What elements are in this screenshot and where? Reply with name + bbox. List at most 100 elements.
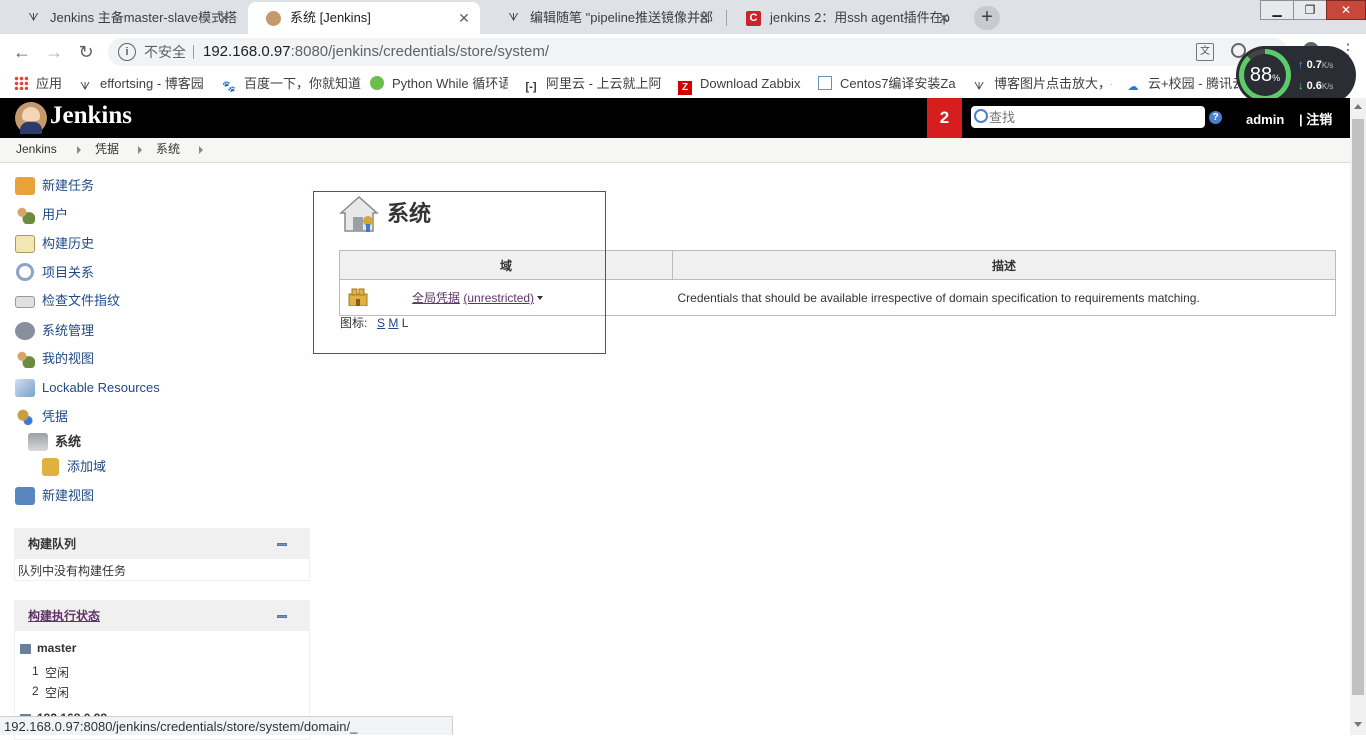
column-header-domain[interactable]: 域	[339, 250, 673, 280]
new-job-icon	[15, 177, 35, 195]
lock-icon	[15, 379, 35, 397]
scroll-up-arrow-icon[interactable]	[1354, 104, 1362, 109]
logout-link[interactable]: | 注销	[1299, 98, 1332, 141]
icon-size-medium[interactable]: M	[388, 316, 398, 330]
collapse-icon[interactable]	[277, 615, 287, 618]
maximize-button[interactable]: ❐	[1293, 0, 1327, 20]
bookmark-item[interactable]: Centos7编译安装Zab	[818, 70, 956, 98]
credentials-icon	[15, 408, 35, 426]
cnblogs-icon: ᗐ	[508, 12, 519, 24]
icon-size-selector: 图标: S M L	[340, 314, 408, 331]
build-queue-empty-text: 队列中没有构建任务	[18, 564, 127, 578]
breadcrumb: Jenkins 凭据 系统	[0, 138, 1350, 163]
apps-grid-icon	[14, 76, 28, 90]
close-window-button[interactable]: ✕	[1326, 0, 1366, 20]
notification-badge[interactable]: 2	[927, 98, 962, 138]
domain-name[interactable]: 全局凭据	[412, 291, 460, 305]
url-bar[interactable]: i 不安全 192.168.0.97:8080/jenkins/credenti…	[108, 38, 1288, 66]
bookmark-item[interactable]: Python While 循环语	[370, 70, 508, 98]
search-input[interactable]	[989, 106, 1189, 128]
bookmark-item[interactable]: ☁ 云+校园 - 腾讯云	[1126, 70, 1239, 98]
breadcrumb-arrow-icon[interactable]	[199, 146, 203, 154]
bookmark-item[interactable]: [-] 阿里云 - 上云就上阿里	[524, 70, 663, 98]
back-button[interactable]: ←	[10, 41, 34, 63]
jenkins-logo-icon[interactable]	[15, 102, 47, 134]
executor-status: 空闲	[45, 686, 70, 700]
sidebar-item-label: 新建任务	[42, 178, 95, 193]
tab-title: jenkins 2：用ssh agent插件在p	[770, 10, 950, 25]
cnblogs-icon: ᗐ	[973, 81, 985, 93]
csdn-icon: C	[746, 11, 761, 26]
breadcrumb-system[interactable]: 系统	[156, 138, 180, 161]
translate-icon[interactable]: 文	[1196, 43, 1214, 61]
browser-tab[interactable]: ᗐ Jenkins 主备master-slave模式搭 ✕	[8, 2, 240, 34]
browser-tab[interactable]: ᗐ 编辑随笔 "pipeline推送镜像并部 ✕	[488, 2, 720, 34]
upload-speed: ↑ 0.7K/s	[1298, 59, 1334, 71]
sidebar-item-label: 凭据	[42, 409, 69, 424]
site-info-icon[interactable]: i	[118, 43, 136, 61]
icon-size-small[interactable]: S	[377, 316, 385, 330]
domain-qualifier[interactable]: (unrestricted)	[463, 291, 534, 305]
new-tab-button[interactable]: +	[974, 6, 1000, 30]
reload-button[interactable]: ↻	[74, 41, 98, 63]
baidu-icon: 🐾	[222, 81, 236, 93]
breadcrumb-jenkins[interactable]: Jenkins	[16, 138, 57, 161]
scrollbar-thumb[interactable]	[1352, 119, 1364, 695]
table-header-row: 域 描述	[339, 250, 1336, 280]
search-box[interactable]	[971, 106, 1205, 128]
network-speed-widget[interactable]: 88% ↑ 0.7K/s ↓ 0.6K/s	[1236, 46, 1356, 104]
tab-title: 系统 [Jenkins]	[290, 10, 371, 25]
breadcrumb-arrow-icon[interactable]	[77, 146, 81, 154]
runoob-icon	[370, 76, 384, 90]
upload-arrow-icon: ↑	[1298, 59, 1304, 71]
bookmark-item[interactable]: ᗐ 博客图片点击放大，手	[972, 70, 1112, 98]
bookmark-item[interactable]: Z Download Zabbix	[678, 70, 800, 98]
close-tab-icon[interactable]: ✕	[216, 2, 232, 34]
sidebar-item-label: 项目关系	[42, 265, 95, 280]
tab-title: 编辑随笔 "pipeline推送镜像并部	[530, 10, 714, 25]
gear-icon	[15, 322, 35, 340]
collapse-icon[interactable]	[277, 543, 287, 546]
jenkins-header: Jenkins 2 ? admin | 注销	[0, 98, 1350, 138]
bookmark-label: 阿里云 - 上云就上阿里	[546, 76, 662, 91]
bookmark-label: effortsing - 博客园	[100, 76, 204, 91]
help-icon[interactable]: ?	[1209, 111, 1222, 124]
table-row: 全局凭据 (unrestricted) Credentials that sho…	[339, 279, 1336, 316]
column-header-description[interactable]: 描述	[672, 250, 1336, 280]
domain-icon	[347, 286, 369, 307]
build-queue-pane: 构建队列 队列中没有构建任务	[14, 528, 310, 581]
browser-tab-active[interactable]: 系统 [Jenkins] ✕	[248, 2, 480, 34]
url-text[interactable]: 192.168.0.97:8080/jenkins/credentials/st…	[203, 38, 549, 66]
url-path: :8080/jenkins/credentials/store/system/	[290, 43, 550, 60]
bookmark-item[interactable]: ᗐ effortsing - 博客园	[78, 70, 204, 98]
url-host: 192.168.0.97	[203, 43, 291, 60]
minimize-button[interactable]: ▁	[1260, 0, 1294, 20]
close-tab-icon[interactable]: ✕	[696, 2, 712, 34]
domains-table: 域 描述 全局凭据 (unrestricted) Credentials tha…	[339, 250, 1336, 316]
scroll-down-arrow-icon[interactable]	[1354, 722, 1362, 727]
sidebar-item-label: 我的视图	[42, 351, 95, 366]
icon-size-label: 图标:	[340, 316, 368, 330]
sidebar-item-label: 添加域	[67, 459, 107, 474]
close-tab-icon[interactable]: ✕	[456, 2, 472, 34]
sidebar-item-label: 构建历史	[42, 236, 95, 251]
executor-number: 1	[32, 664, 39, 678]
executor-number: 2	[32, 684, 39, 698]
node-master-link[interactable]: master	[37, 641, 76, 655]
executors-title-link[interactable]: 构建执行状态	[28, 601, 100, 631]
breadcrumb-arrow-icon[interactable]	[138, 146, 142, 154]
jenkins-title[interactable]: Jenkins	[50, 102, 132, 130]
forward-button[interactable]: →	[42, 41, 66, 63]
bookmark-apps[interactable]: 应用	[14, 70, 62, 98]
user-link[interactable]: admin	[1246, 98, 1284, 141]
bookmark-label: 博客图片点击放大，手	[994, 76, 1112, 91]
vertical-scrollbar[interactable]	[1350, 98, 1366, 735]
description-cell: Credentials that should be available irr…	[672, 279, 1336, 316]
bookmark-item[interactable]: 🐾 百度一下，你就知道	[222, 70, 361, 98]
dropdown-arrow-icon[interactable]	[537, 296, 544, 300]
domain-link[interactable]: 全局凭据 (unrestricted)	[412, 289, 544, 306]
browser-tab[interactable]: C jenkins 2：用ssh agent插件在p ✕	[728, 2, 960, 34]
breadcrumb-credentials[interactable]: 凭据	[95, 138, 119, 161]
close-tab-icon[interactable]: ✕	[936, 2, 952, 34]
bookmark-label: 云+校园 - 腾讯云	[1148, 76, 1238, 91]
